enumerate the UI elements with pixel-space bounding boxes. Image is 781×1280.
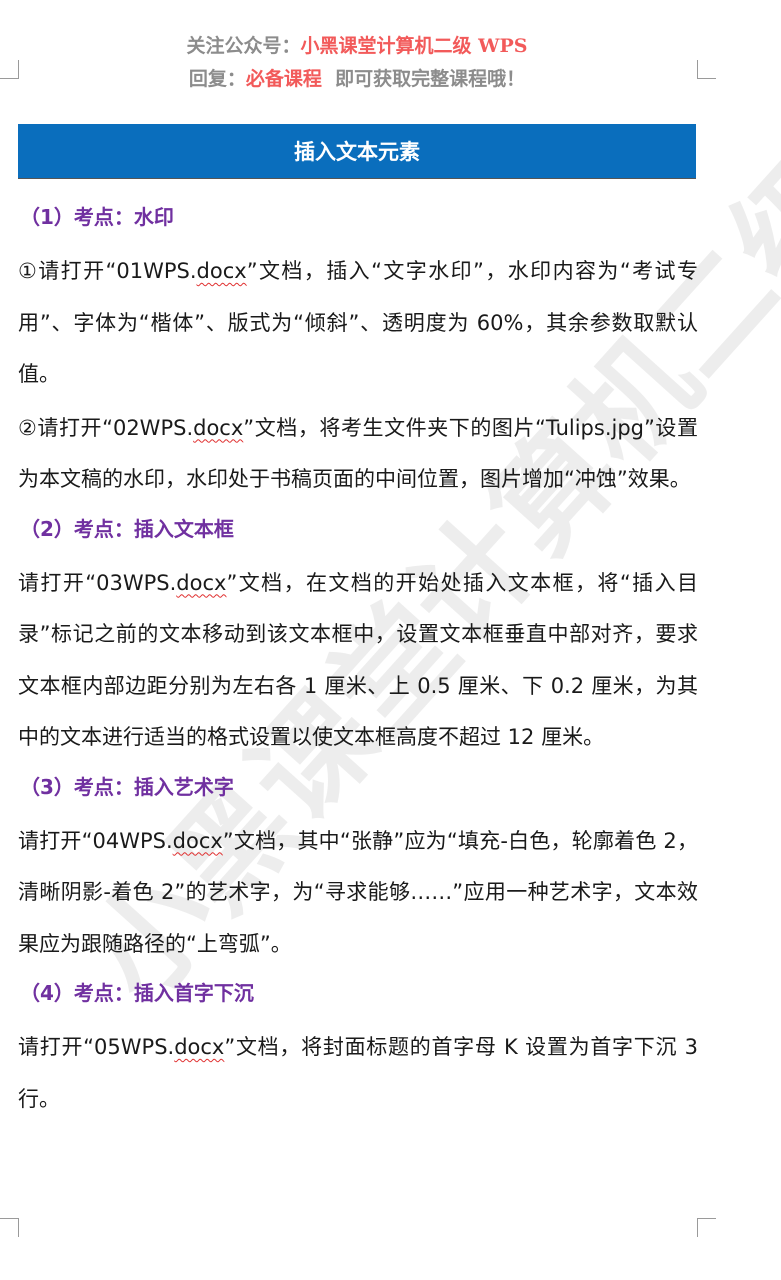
paragraph-text: ①请打开“01WPS. — [18, 259, 197, 283]
paragraph-text: ②请打开“02WPS. — [18, 415, 194, 440]
section-paragraph: ②请打开“02WPS.docx”文档，将考生文件夹下的图片“Tulips.jpg… — [18, 403, 698, 506]
paragraph-text: 请打开“03WPS. — [18, 570, 177, 595]
promo-line-1: 关注公众号：小黑课堂计算机二级 WPS — [0, 30, 714, 63]
section-paragraph: ①请打开“01WPS.docx”文档，插入“文字水印”，水印内容为“考试专用”、… — [18, 246, 698, 401]
reply-suffix: 即可获取完整课程哦！ — [321, 68, 526, 90]
section-paragraph: 请打开“04WPS.docx”文档，其中“张静”应为“填充-白色，轮廓着色 2，… — [18, 816, 698, 971]
reply-prefix: 回复： — [188, 68, 246, 90]
reply-keyword: 必备课程 — [245, 68, 322, 90]
spellcheck-word: docx — [172, 828, 223, 853]
account-name: 小黑课堂计算机二级 WPS — [300, 35, 528, 57]
page-title: 插入文本元素 — [294, 140, 420, 164]
section-paragraph: 请打开“03WPS.docx”文档，在文档的开始处插入文本框，将“插入目录”标记… — [18, 558, 698, 764]
promo-line-2: 回复：必备课程 即可获取完整课程哦！ — [0, 63, 714, 96]
page-corner-mark — [0, 1218, 19, 1237]
promo-prefix: 关注公众号： — [186, 35, 301, 57]
title-rule — [18, 178, 696, 179]
section-heading: （2）考点：插入文本框 — [20, 516, 234, 541]
section-heading: （3）考点：插入艺术字 — [20, 774, 234, 799]
spellcheck-word: docx — [193, 415, 244, 440]
spellcheck-word: docx — [174, 1035, 225, 1059]
spellcheck-word: docx — [196, 259, 247, 283]
document-body: （1）考点：水印 ①请打开“01WPS.docx”文档，插入“文字水印”，水印内容… — [18, 196, 698, 1127]
paragraph-text: ”文档，在文档的开始处插入文本框，将“插入目录”标记之前的文本移动到该文本框中，… — [18, 570, 698, 750]
title-banner: 插入文本元素 — [18, 124, 696, 178]
paragraph-text: 请打开“04WPS. — [18, 828, 173, 853]
section-paragraph: 请打开“05WPS.docx”文档，将封面标题的首字母 K 设置为首字下沉 3 … — [18, 1022, 698, 1125]
page-corner-mark — [697, 1218, 716, 1237]
spellcheck-word: docx — [176, 570, 227, 595]
section-heading: （1）考点：水印 — [20, 205, 174, 229]
paragraph-text: 请打开“05WPS. — [18, 1035, 175, 1059]
section-heading: （4）考点：插入首字下沉 — [20, 981, 254, 1005]
promo-header: 关注公众号：小黑课堂计算机二级 WPS 回复：必备课程 即可获取完整课程哦！ — [0, 30, 714, 96]
